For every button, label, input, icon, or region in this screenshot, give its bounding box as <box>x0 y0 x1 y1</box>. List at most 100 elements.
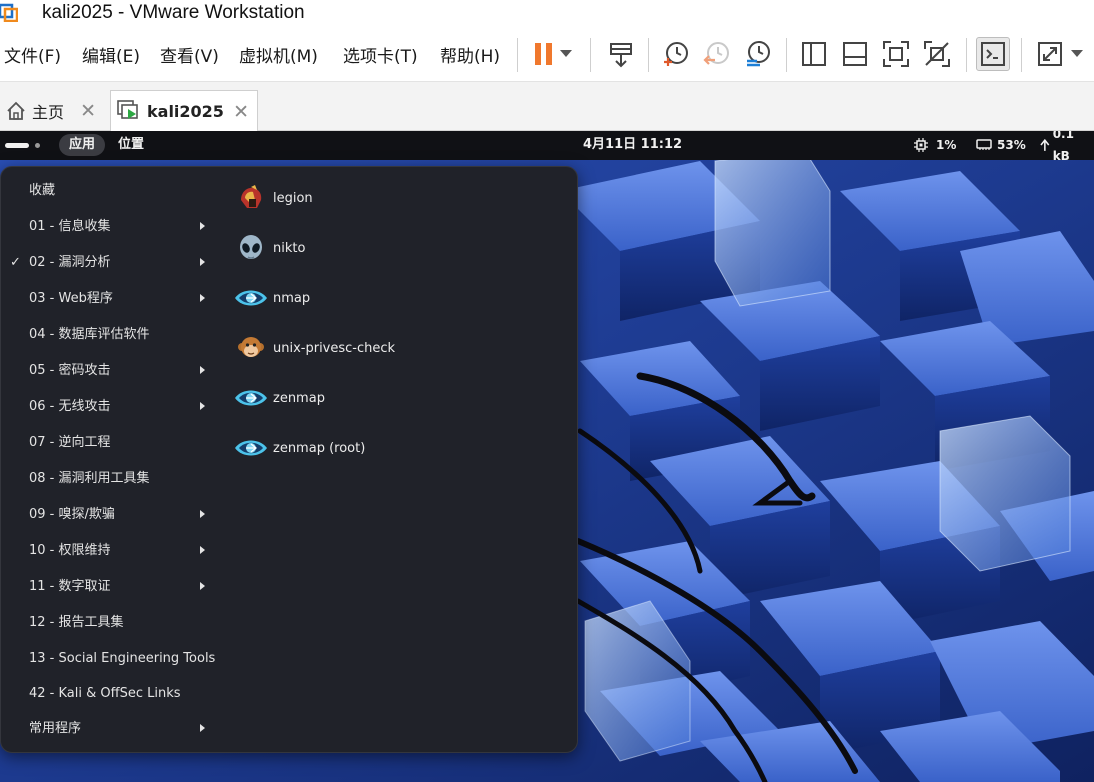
submenu-arrow-icon <box>200 222 205 230</box>
menu-category[interactable]: 收藏 <box>1 173 223 209</box>
menu-edit[interactable]: 编辑(E) <box>82 42 140 67</box>
menu-category[interactable]: 04 - 数据库评估软件 <box>1 317 223 353</box>
menu-category[interactable]: 13 - Social Engineering Tools <box>1 641 223 677</box>
submenu-arrow-icon <box>200 258 205 266</box>
cpu-value: 1% <box>936 138 957 152</box>
menu-category-label: 06 - 无线攻击 <box>29 399 111 414</box>
menu-category[interactable]: ✓ 02 - 漏洞分析 <box>1 245 223 281</box>
snapshot-manager-button[interactable] <box>741 37 775 71</box>
menu-vm[interactable]: 虚拟机(M) <box>239 42 318 67</box>
stretch-icon <box>1038 42 1062 66</box>
menu-category[interactable]: 06 - 无线攻击 <box>1 389 223 425</box>
show-library-button[interactable] <box>797 37 831 71</box>
app-item-label: nikto <box>273 240 306 256</box>
take-snapshot-button[interactable] <box>659 37 693 71</box>
tab-bar: 主页 ✕ kali2025 ✕ <box>0 82 1094 131</box>
vm-console[interactable]: 应用 位置 4月11日 11:12 1% 53% 0.1 kB 收藏 01 - … <box>0 131 1094 782</box>
power-dropdown-button[interactable] <box>556 37 576 71</box>
tab-close-icon[interactable]: ✕ <box>233 101 249 123</box>
memory-indicator[interactable]: 53% <box>976 134 1026 156</box>
menu-category[interactable]: 11 - 数字取证 <box>1 569 223 605</box>
places-button[interactable]: 位置 <box>118 134 144 156</box>
app-item-label: unix-privesc-check <box>273 340 396 356</box>
applications-menu: 收藏 01 - 信息收集 ✓ 02 - 漏洞分析 03 - Web程序 04 - 数据库评… <box>0 166 578 753</box>
upload-arrow-icon <box>1040 138 1050 151</box>
show-library-icon <box>802 42 826 66</box>
app-item-label: nmap <box>273 290 311 306</box>
panel-clock[interactable]: 4月11日 11:12 <box>583 134 682 156</box>
menu-help[interactable]: 帮助(H) <box>440 42 500 67</box>
menu-file[interactable]: 文件(F) <box>4 42 61 67</box>
window-title: kali2025 - VMware Workstation <box>42 2 305 23</box>
toolbar-separator <box>590 38 591 72</box>
monkey-icon <box>233 330 269 366</box>
app-item-nmap[interactable]: nmap <box>233 273 563 323</box>
tab-close-icon[interactable]: ✕ <box>80 100 96 122</box>
fullscreen-button[interactable] <box>879 37 913 71</box>
revert-snapshot-button[interactable] <box>700 37 734 71</box>
network-indicator[interactable]: 0.1 kB <box>1040 131 1094 163</box>
menu-category-label: 常用程序 <box>29 721 82 736</box>
fullscreen-icon <box>883 41 909 67</box>
tab-label: 主页 <box>32 102 65 122</box>
menu-tabs[interactable]: 选项卡(T) <box>343 42 418 67</box>
stretch-dropdown-button[interactable] <box>1068 37 1086 71</box>
menu-category[interactable]: 12 - 报告工具集 <box>1 605 223 641</box>
nikto-alien-icon <box>233 230 269 266</box>
home-icon <box>7 101 25 120</box>
workspace-indicator-active[interactable] <box>5 143 29 148</box>
tab-home[interactable]: 主页 ✕ <box>0 90 104 131</box>
submenu-arrow-icon <box>200 582 205 590</box>
send-ctrl-alt-del-button[interactable] <box>604 37 638 71</box>
memory-value: 53% <box>997 138 1026 152</box>
app-item-zenmap-root[interactable]: zenmap (root) <box>233 423 563 473</box>
stretch-button[interactable] <box>1033 37 1067 71</box>
workspace-indicator[interactable] <box>35 143 40 148</box>
menu-category-label: 09 - 嗅探/欺骗 <box>29 507 115 522</box>
legion-helmet-icon <box>233 180 269 216</box>
applications-button[interactable]: 应用 <box>59 134 106 156</box>
menu-category-label: 42 - Kali & OffSec Links <box>29 686 181 701</box>
menu-category[interactable]: 03 - Web程序 <box>1 281 223 317</box>
dropdown-arrow-icon <box>1071 50 1083 57</box>
toolbar-separator <box>1021 38 1022 72</box>
toolbar-separator <box>517 38 518 72</box>
tab-label: kali2025 <box>147 101 224 121</box>
menu-category[interactable]: 09 - 嗅探/欺骗 <box>1 497 223 533</box>
submenu-arrow-icon <box>200 366 205 374</box>
thumbnail-bar-button[interactable] <box>838 37 872 71</box>
checkmark-icon: ✓ <box>10 255 21 270</box>
menu-category[interactable]: 01 - 信息收集 <box>1 209 223 245</box>
thumbnail-bar-icon <box>843 42 867 66</box>
console-view-button[interactable] <box>976 37 1010 71</box>
tab-kali2025[interactable]: kali2025 ✕ <box>110 90 258 131</box>
cpu-icon <box>914 138 928 152</box>
menu-category[interactable]: 42 - Kali & OffSec Links <box>1 676 223 712</box>
app-item-zenmap[interactable]: zenmap <box>233 373 563 423</box>
menu-category-label: 10 - 权限维持 <box>29 543 111 558</box>
snapshot-revert-icon <box>703 42 729 65</box>
app-item-legion[interactable]: legion <box>233 173 563 223</box>
unity-button[interactable] <box>920 37 954 71</box>
app-item-nikto[interactable]: nikto <box>233 223 563 273</box>
menu-category-label: 01 - 信息收集 <box>29 219 111 234</box>
menu-category-label: 11 - 数字取证 <box>29 579 111 594</box>
vm-running-icon <box>117 100 138 119</box>
toolbar-separator <box>648 38 649 72</box>
unity-icon <box>924 41 950 67</box>
menu-category-label: 04 - 数据库评估软件 <box>29 327 150 342</box>
menu-category[interactable]: 05 - 密码攻击 <box>1 353 223 389</box>
app-item-unix-privesc-check[interactable]: unix-privesc-check <box>233 323 563 373</box>
menu-category[interactable]: 10 - 权限维持 <box>1 533 223 569</box>
menu-category[interactable]: 07 - 逆向工程 <box>1 425 223 461</box>
menu-category[interactable]: 常用程序 <box>1 711 223 747</box>
snapshot-take-icon <box>664 42 688 66</box>
menu-view[interactable]: 查看(V) <box>160 42 219 67</box>
menu-category[interactable]: 08 - 漏洞利用工具集 <box>1 461 223 497</box>
menu-category-label: 08 - 漏洞利用工具集 <box>29 471 150 486</box>
cpu-indicator[interactable]: 1% <box>914 134 956 156</box>
submenu-arrow-icon <box>200 724 205 732</box>
submenu-arrow-icon <box>200 546 205 554</box>
toolbar-separator <box>786 38 787 72</box>
toolbar-separator <box>966 38 967 72</box>
